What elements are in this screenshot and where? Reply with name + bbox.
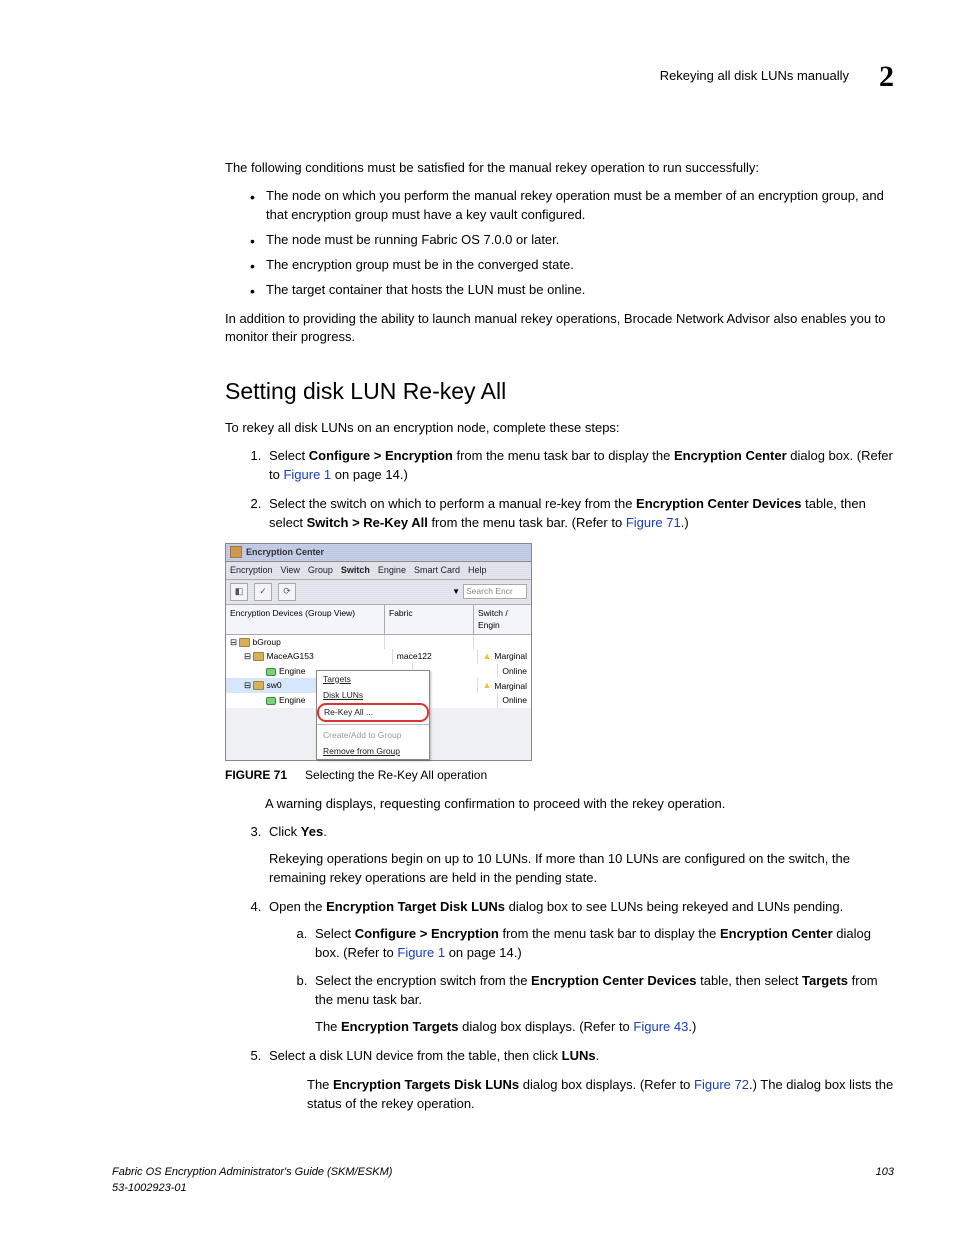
figure-link[interactable]: Figure 72 [694, 1077, 749, 1092]
menu-item-targets[interactable]: Targets [317, 671, 429, 687]
toolbar-button[interactable]: ✓ [254, 583, 272, 601]
substeps: Select Configure > Encryption from the m… [269, 925, 894, 1037]
menu-smartcard[interactable]: Smart Card [414, 564, 460, 577]
menu-group[interactable]: Group [308, 564, 333, 577]
menu-engine[interactable]: Engine [378, 564, 406, 577]
section-heading: Setting disk LUN Re-key All [225, 375, 894, 408]
step-4b: Select the encryption switch from the En… [311, 972, 894, 1037]
menu-item-rekeyall[interactable]: Re-Key All ... [317, 703, 429, 721]
context-menu: Targets Disk LUNs Re-Key All ... Create/… [316, 670, 430, 761]
menu-item-remove-group[interactable]: Remove from Group [317, 743, 429, 759]
conditions-list: The node on which you perform the manual… [225, 187, 894, 299]
running-title: Rekeying all disk LUNs manually [660, 67, 849, 86]
warning-text: A warning displays, requesting confirmat… [265, 795, 894, 814]
col-fabric: Fabric [385, 605, 474, 634]
figure-link[interactable]: Figure 1 [283, 467, 331, 482]
engine-icon [266, 668, 276, 676]
intro-text-2: In addition to providing the ability to … [225, 310, 894, 348]
list-item: The target container that hosts the LUN … [250, 281, 894, 300]
page-footer: Fabric OS Encryption Administrator's Gui… [112, 1165, 894, 1197]
menu-separator [317, 724, 429, 725]
switch-icon [253, 681, 264, 690]
menu-view[interactable]: View [281, 564, 300, 577]
step-4a: Select Configure > Encryption from the m… [311, 925, 894, 963]
table-row[interactable]: ⊟ MaceAG153 mace122 ▲Marginal [226, 649, 531, 664]
running-header: Rekeying all disk LUNs manually 2 [225, 55, 894, 99]
table-header: Encryption Devices (Group View) Fabric S… [226, 605, 531, 635]
menu-help[interactable]: Help [468, 564, 487, 577]
intro-text: The following conditions must be satisfi… [225, 159, 894, 178]
col-status: Switch / Engin [474, 605, 531, 634]
step-2: Select the switch on which to perform a … [265, 495, 894, 533]
chapter-number: 2 [879, 55, 894, 99]
figure-link[interactable]: Figure 1 [397, 945, 445, 960]
steps-list: Select Configure > Encryption from the m… [225, 447, 894, 532]
step-4: Open the Encryption Target Disk LUNs dia… [265, 898, 894, 1037]
refresh-button[interactable]: ⟳ [278, 583, 296, 601]
app-icon [230, 546, 242, 558]
step-3: Click Yes. Rekeying operations begin on … [265, 823, 894, 888]
figure-link[interactable]: Figure 43 [633, 1019, 688, 1034]
footer-title: Fabric OS Encryption Administrator's Gui… [112, 1165, 392, 1181]
figure-label: FIGURE 71 [225, 768, 287, 782]
figure-caption: FIGURE 71 Selecting the Re-Key All operat… [225, 767, 894, 784]
menu-encryption[interactable]: Encryption [230, 564, 273, 577]
window-titlebar: Encryption Center [226, 544, 531, 562]
figure-text: Selecting the Re-Key All operation [305, 768, 487, 782]
col-devices: Encryption Devices (Group View) [226, 605, 385, 634]
step-1: Select Configure > Encryption from the m… [265, 447, 894, 485]
menubar[interactable]: Encryption View Group Switch Engine Smar… [226, 562, 531, 580]
menu-switch[interactable]: Switch [341, 564, 370, 577]
group-icon [239, 638, 250, 647]
search-input[interactable]: Search Encr [463, 584, 527, 599]
list-item: The node on which you perform the manual… [250, 187, 894, 225]
step-4b-after: The Encryption Targets dialog box displa… [315, 1018, 894, 1037]
section-lead: To rekey all disk LUNs on an encryption … [225, 419, 894, 438]
step-3-detail: Rekeying operations begin on up to 10 LU… [269, 850, 894, 888]
page-number: 103 [876, 1165, 894, 1197]
footer-docnum: 53-1002923-01 [112, 1181, 392, 1197]
toolbar: ◧ ✓ ⟳ ▼ Search Encr [226, 580, 531, 605]
switch-icon [253, 652, 264, 661]
list-item: The encryption group must be in the conv… [250, 256, 894, 275]
encryption-center-window: Encryption Center Encryption View Group … [225, 543, 532, 761]
list-item: The node must be running Fabric OS 7.0.0… [250, 231, 894, 250]
warning-icon: ▲ [482, 650, 491, 663]
dropdown-icon[interactable]: ▼ [452, 586, 460, 598]
engine-icon [266, 697, 276, 705]
toolbar-button[interactable]: ◧ [230, 583, 248, 601]
window-title: Encryption Center [246, 546, 324, 559]
menu-item-create-group: Create/Add to Group [317, 727, 429, 743]
step-5-after: The Encryption Targets Disk LUNs dialog … [307, 1076, 894, 1114]
figure-link[interactable]: Figure 71 [626, 515, 681, 530]
table-row[interactable]: ⊟ ⊟ bGroupbGroup [226, 635, 531, 649]
steps-list-cont: Click Yes. Rekeying operations begin on … [225, 823, 894, 1065]
step-5: Select a disk LUN device from the table,… [265, 1047, 894, 1066]
warning-icon: ▲ [482, 679, 491, 692]
menu-item-diskluns[interactable]: Disk LUNs [317, 687, 429, 703]
